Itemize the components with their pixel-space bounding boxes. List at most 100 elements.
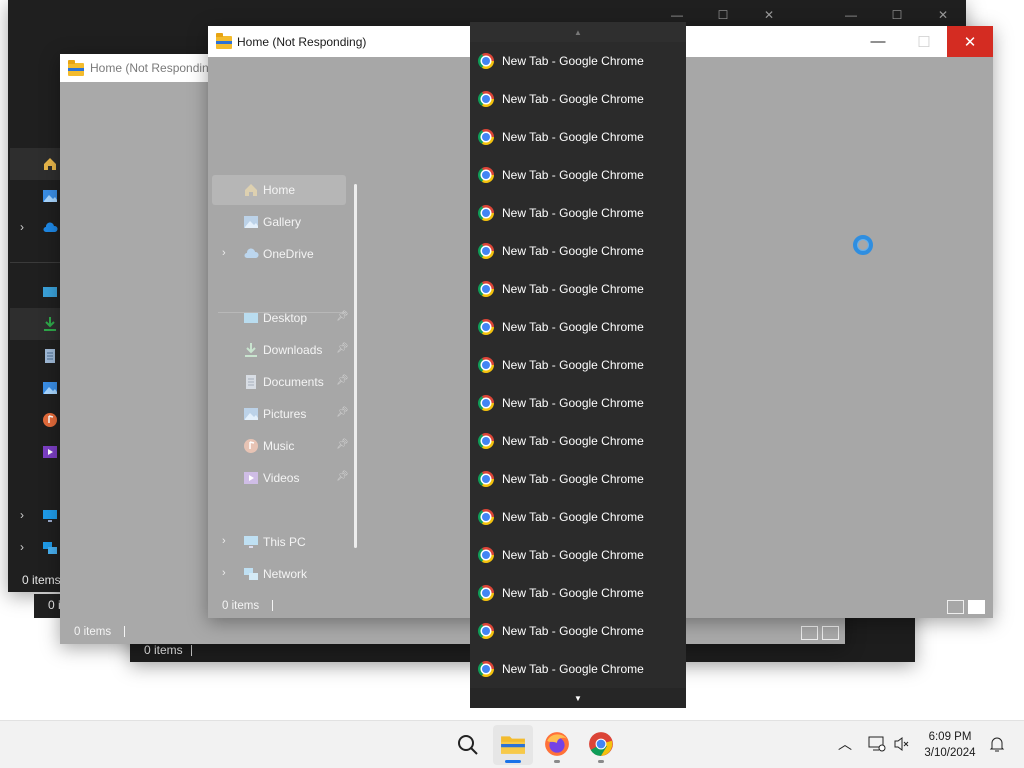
sidebar-item-label: Downloads [263,343,323,357]
chrome-window-item[interactable]: New Tab - Google Chrome [470,118,686,156]
chrome-window-item[interactable]: New Tab - Google Chrome [470,574,686,612]
minimize-button[interactable]: — [855,26,901,57]
sidebar-item-gallery[interactable]: Gallery [212,207,346,237]
chevron-right-icon[interactable]: › [20,540,24,554]
sidebar-item-downloads[interactable] [10,308,60,340]
sidebar-item-network[interactable]: › Network [212,559,346,589]
chrome-window-item[interactable]: New Tab - Google Chrome [470,42,686,80]
sidebar-item-label: Documents [263,375,324,389]
sidebar-item-documents[interactable]: Documents 📌︎ [212,367,349,397]
pin-icon[interactable]: 📌︎ [336,343,349,354]
chrome-icon [478,585,494,601]
sidebar-item-pictures[interactable] [10,372,60,404]
details-view-button[interactable] [947,600,964,614]
sidebar-item-desktop[interactable] [10,276,60,308]
chrome-window-item[interactable]: New Tab - Google Chrome [470,308,686,346]
desktop-folder-icon [43,287,57,297]
tiles-view-button[interactable] [968,600,985,614]
sidebar-item-label: OneDrive [263,247,314,261]
sidebar-scrollbar[interactable] [354,184,357,548]
cloud-icon [43,222,58,232]
chrome-window-item[interactable]: New Tab - Google Chrome [470,650,686,688]
maximize-button[interactable]: ☐ [901,26,947,57]
chevron-right-icon[interactable]: › [222,535,226,547]
folder-icon [68,60,84,76]
search-button[interactable] [448,725,488,765]
chevron-right-icon[interactable]: › [20,508,24,522]
chevron-right-icon[interactable]: › [222,247,226,259]
firefox-button[interactable] [537,725,577,765]
chrome-window-item[interactable]: New Tab - Google Chrome [470,80,686,118]
music-icon [43,413,57,427]
window-title-label: New Tab - Google Chrome [502,624,644,638]
file-explorer-button[interactable] [493,725,533,765]
chrome-window-item[interactable]: New Tab - Google Chrome [470,422,686,460]
sidebar-item-videos[interactable] [10,436,60,468]
scroll-down-button[interactable]: ▼ [470,688,686,708]
chrome-button[interactable] [581,725,621,765]
videos-icon [244,472,258,484]
chrome-window-item[interactable]: New Tab - Google Chrome [470,536,686,574]
pin-icon[interactable]: 📌︎ [336,439,349,450]
pin-icon[interactable]: 📌︎ [336,407,349,418]
sidebar-item-home[interactable]: Home [212,175,346,205]
window-title: Home (Not Respondin [90,61,209,75]
sidebar-item-this-pc[interactable]: › [10,500,60,532]
view-toggle [801,626,839,640]
sidebar-item-pictures[interactable]: Pictures 📌︎ [212,399,349,429]
sidebar-item-onedrive[interactable]: › [10,212,60,244]
window-title-label: New Tab - Google Chrome [502,510,644,524]
sidebar-item-music[interactable]: Music 📌︎ [212,431,349,461]
chrome-icon [478,167,494,183]
sidebar-item-onedrive[interactable]: › OneDrive [212,239,346,269]
sidebar-item-music[interactable] [10,404,60,436]
sidebar-item-label: Home [263,183,296,197]
tiles-view-button[interactable] [822,626,839,640]
network-status-icon[interactable] [868,735,886,753]
chrome-window-item[interactable]: New Tab - Google Chrome [470,156,686,194]
scroll-up-button[interactable]: ▲ [470,22,686,42]
sidebar-item-gallery[interactable] [10,180,60,212]
chrome-icon [478,395,494,411]
chrome-window-item[interactable]: New Tab - Google Chrome [470,384,686,422]
chevron-right-icon[interactable]: › [20,220,24,234]
notification-bell-icon[interactable] [988,735,1006,753]
caption-buttons: — ☐ ✕ [855,26,993,57]
sidebar-item-label: This PC [263,535,306,549]
chrome-window-item[interactable]: New Tab - Google Chrome [470,498,686,536]
pc-icon [244,536,258,548]
pc-icon [43,510,57,522]
gallery-icon [43,190,57,202]
desktop-folder-icon [244,313,258,323]
chrome-window-item[interactable]: New Tab - Google Chrome [470,270,686,308]
pin-icon[interactable]: 📌︎ [336,311,349,322]
window-title-label: New Tab - Google Chrome [502,472,644,486]
view-toggle [947,600,985,614]
chevron-up-icon[interactable]: ︿ [838,734,852,754]
clock[interactable]: 6:09 PM 3/10/2024 [918,729,982,761]
running-indicator [505,760,521,763]
sidebar-item-network[interactable]: › [10,532,60,564]
sidebar-item-downloads[interactable]: Downloads 📌︎ [212,335,349,365]
sidebar-item-videos[interactable]: Videos 📌︎ [212,463,349,493]
pin-icon[interactable]: 📌︎ [336,375,349,386]
window-title-label: New Tab - Google Chrome [502,92,644,106]
cloud-icon [244,248,259,258]
details-view-button[interactable] [801,626,818,640]
chrome-window-item[interactable]: New Tab - Google Chrome [470,346,686,384]
sidebar-item-this-pc[interactable]: › This PC [212,527,346,557]
close-button[interactable]: ✕ [947,26,993,57]
chevron-right-icon[interactable]: › [222,567,226,579]
chrome-window-item[interactable]: New Tab - Google Chrome [470,612,686,650]
status-bar: 0 items [74,626,126,638]
chrome-window-item[interactable]: New Tab - Google Chrome [470,460,686,498]
chrome-window-item[interactable]: New Tab - Google Chrome [470,194,686,232]
volume-muted-icon[interactable] [893,735,911,753]
sidebar-item-documents[interactable] [10,340,60,372]
pin-icon[interactable]: 📌︎ [336,471,349,482]
chrome-window-item[interactable]: New Tab - Google Chrome [470,232,686,270]
chrome-icon [478,281,494,297]
sidebar-item-home[interactable] [10,148,60,180]
sidebar-item-desktop[interactable]: Desktop 📌︎ [212,303,349,333]
network-icon [43,542,57,554]
